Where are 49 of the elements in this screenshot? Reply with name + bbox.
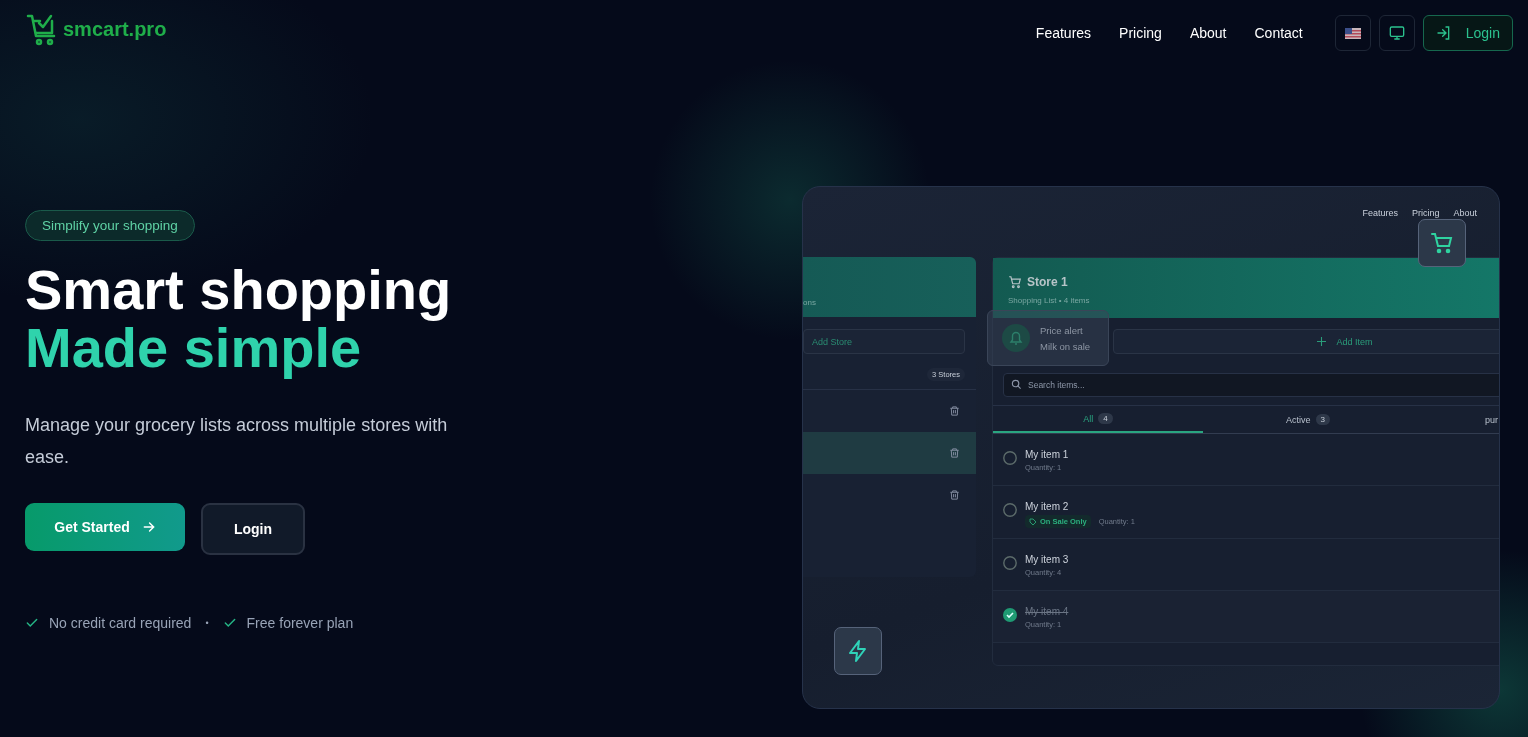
item-name: My item 1 xyxy=(1025,449,1069,460)
nav-link[interactable]: About xyxy=(1189,25,1227,41)
checkbox[interactable] xyxy=(1003,503,1017,517)
tag-icon xyxy=(1029,517,1037,526)
arrow-right-icon xyxy=(141,520,156,534)
stores-subtitle: ons xyxy=(803,298,816,307)
nav-link[interactable]: Contact xyxy=(1254,25,1303,41)
headline: Smart shopping xyxy=(25,261,452,319)
checkbox[interactable] xyxy=(1003,451,1017,465)
perk-text: No credit card required xyxy=(49,615,192,631)
nav-link[interactable]: Pricing xyxy=(1119,25,1162,41)
trash-icon[interactable] xyxy=(949,447,960,459)
flag-icon xyxy=(1344,27,1361,39)
add-store-button[interactable]: Add Store xyxy=(803,329,965,354)
checkbox[interactable] xyxy=(1003,608,1017,622)
perk-text: Free forever plan xyxy=(246,615,354,631)
monitor-icon xyxy=(1388,25,1405,41)
filter-tab[interactable]: Active 3 xyxy=(1203,406,1413,433)
separator-dot: • xyxy=(205,618,209,628)
toast-title: Price alert xyxy=(1040,324,1084,336)
store-title: Store 1 xyxy=(1027,275,1068,289)
sign-in-icon xyxy=(1435,25,1452,41)
language-button[interactable] xyxy=(1334,15,1371,51)
search-field[interactable]: Search items... xyxy=(1003,373,1499,397)
login-button[interactable]: Login xyxy=(201,503,305,555)
trash-icon[interactable] xyxy=(949,489,960,501)
filter-tab[interactable]: pur xyxy=(1413,406,1499,433)
item-name: My item 4 xyxy=(1025,606,1069,617)
bell-icon xyxy=(1002,324,1030,352)
check-icon xyxy=(25,616,39,630)
item-name: My item 2 xyxy=(1025,501,1070,512)
display-button[interactable] xyxy=(1378,15,1415,51)
item-name: My item 3 xyxy=(1025,554,1069,565)
toast-message: Milk on sale xyxy=(1040,340,1091,352)
add-item-button[interactable]: Add Item xyxy=(1113,329,1499,354)
login-button[interactable]: Login xyxy=(1422,15,1513,51)
checkbox[interactable] xyxy=(1003,556,1017,570)
logo-text[interactable]: smcart.pro xyxy=(63,17,167,41)
nav-link[interactable]: Features xyxy=(1035,25,1092,41)
get-started-button[interactable]: Get Started xyxy=(25,503,185,551)
cart-icon xyxy=(1008,275,1022,289)
list-subtitle: Shopping List • 4 items xyxy=(1008,296,1091,305)
trash-icon[interactable] xyxy=(949,405,960,417)
filter-tab[interactable]: All 4 xyxy=(993,406,1203,433)
lightning-icon xyxy=(834,627,882,675)
tagline-badge: Simplify your shopping xyxy=(25,210,195,241)
check-icon xyxy=(222,616,237,630)
plus-icon xyxy=(1317,337,1327,346)
hero-description: Manage your grocery lists across multiple stores with ease. xyxy=(25,414,449,469)
